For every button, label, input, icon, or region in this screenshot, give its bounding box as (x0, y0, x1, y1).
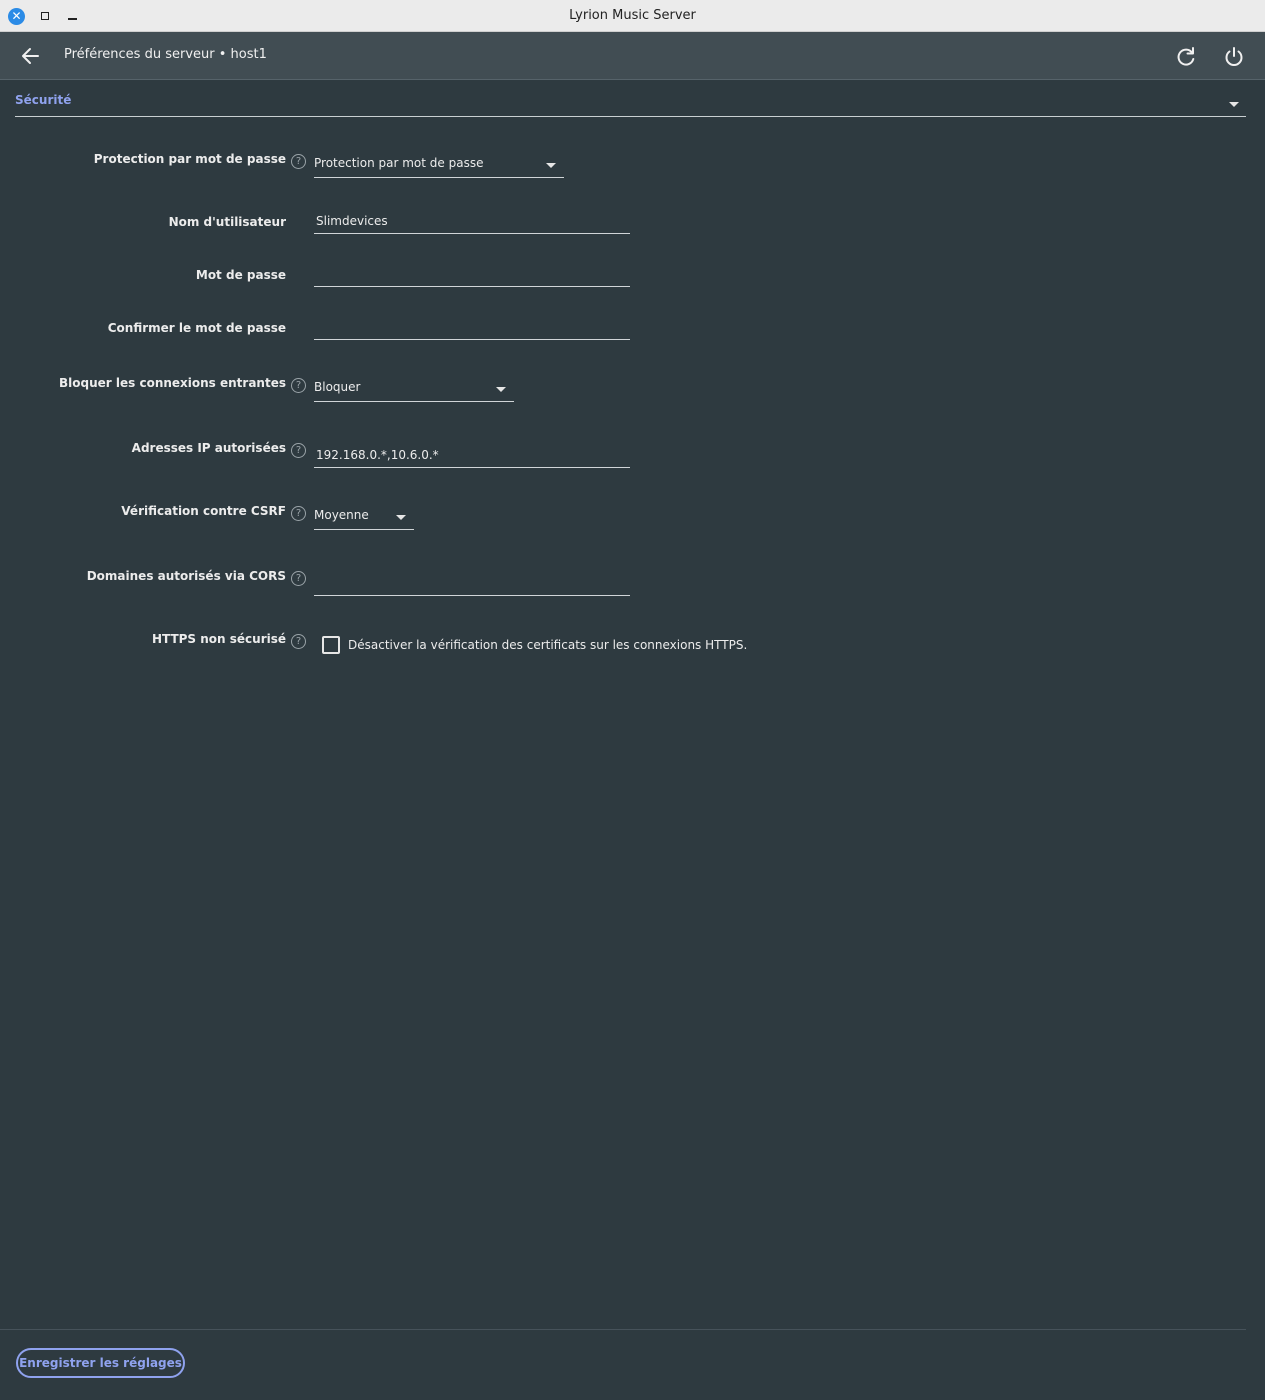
confirm-password-label: Confirmer le mot de passe (107, 321, 286, 335)
select-value: Protection par mot de passe (314, 156, 484, 170)
block-incoming-label: Bloquer les connexions entrantes (59, 376, 286, 390)
back-button[interactable] (18, 44, 44, 68)
block-incoming-select[interactable]: Bloquer (314, 376, 514, 402)
refresh-icon (1177, 47, 1195, 66)
select-value: Bloquer (314, 380, 361, 394)
app-toolbar: Préférences du serveur • host1 (0, 32, 1265, 80)
password-protection-select[interactable]: Protection par mot de passe (314, 152, 564, 178)
chevron-down-icon (496, 387, 506, 392)
allowed-ips-field[interactable] (314, 442, 630, 468)
page-title: Préférences du serveur • host1 (64, 47, 267, 62)
csrf-label: Vérification contre CSRF (121, 504, 286, 518)
username-field[interactable] (314, 208, 630, 234)
select-value: Moyenne (314, 508, 369, 522)
refresh-button[interactable] (1173, 44, 1199, 70)
confirm-password-field[interactable] (314, 314, 630, 340)
chevron-down-icon (396, 515, 406, 520)
security-section-header[interactable]: Sécurité (15, 90, 1246, 117)
power-button[interactable] (1221, 44, 1247, 70)
allowed-ips-label: Adresses IP autorisées (131, 441, 286, 455)
help-icon[interactable]: ? (291, 378, 306, 393)
window-titlebar: ✕ Lyrion Music Server (0, 0, 1265, 32)
window-title: Lyrion Music Server (569, 8, 696, 23)
help-icon[interactable]: ? (291, 506, 306, 521)
password-label: Mot de passe (195, 268, 286, 282)
power-icon (1225, 47, 1243, 66)
arrow-left-icon (22, 48, 39, 64)
help-icon[interactable]: ? (291, 154, 306, 169)
help-icon[interactable]: ? (291, 443, 306, 458)
save-settings-button[interactable]: Enregistrer les réglages (16, 1348, 185, 1378)
insecure-https-checkbox[interactable] (322, 636, 340, 654)
username-label: Nom d'utilisateur (168, 215, 286, 229)
insecure-https-checkbox-label[interactable]: Désactiver la vérification des certifica… (348, 638, 747, 652)
footer-divider (0, 1329, 1246, 1330)
password-field[interactable] (314, 261, 630, 287)
cors-field[interactable] (314, 570, 630, 596)
cors-label: Domaines autorisés via CORS (86, 569, 286, 583)
help-icon[interactable]: ? (291, 634, 306, 649)
insecure-https-label: HTTPS non sécurisé (151, 632, 286, 646)
chevron-down-icon (1229, 102, 1239, 107)
password-protection-label: Protection par mot de passe (93, 152, 286, 166)
help-icon[interactable]: ? (291, 571, 306, 586)
chevron-down-icon (546, 163, 556, 168)
section-label: Sécurité (15, 93, 72, 107)
csrf-select[interactable]: Moyenne (314, 504, 414, 530)
